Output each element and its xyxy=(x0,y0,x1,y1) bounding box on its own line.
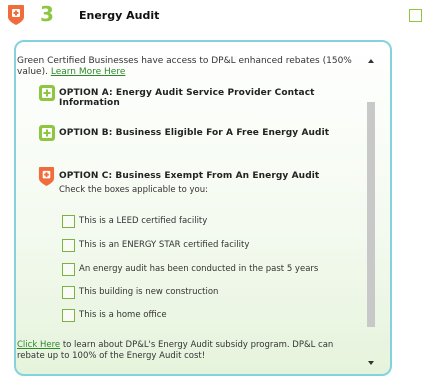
step-number: 3 xyxy=(40,2,54,26)
option-b-title[interactable]: OPTION B: Business Eligible For A Free E… xyxy=(59,128,329,138)
intro-text: Green Certified Businesses have access t… xyxy=(17,56,355,78)
step-complete-checkbox[interactable] xyxy=(409,9,422,22)
checkbox-label: An energy audit has been conducted in th… xyxy=(79,264,319,274)
checkbox-box[interactable] xyxy=(62,286,75,299)
click-here-link[interactable]: Click Here xyxy=(17,340,60,350)
option-c-collapse-icon[interactable] xyxy=(38,166,55,187)
footer-body: to learn about DP&L's Energy Audit subsi… xyxy=(17,340,334,361)
checkbox-box[interactable] xyxy=(62,215,75,228)
checkbox-box[interactable] xyxy=(62,309,75,322)
checkbox-box[interactable] xyxy=(62,263,75,276)
checkbox-box[interactable] xyxy=(62,239,75,252)
checkbox-label: This is an ENERGY STAR certified facilit… xyxy=(79,240,250,250)
scrollbar-thumb[interactable] xyxy=(367,102,375,327)
option-a-expand-icon[interactable] xyxy=(39,85,55,101)
scroll-up-arrow-icon[interactable] xyxy=(368,59,374,63)
step-title: Energy Audit xyxy=(79,9,160,22)
learn-more-link[interactable]: Learn More Here xyxy=(51,67,126,77)
panel-scrollbar[interactable] xyxy=(366,56,376,366)
option-a-title[interactable]: OPTION A: Energy Audit Service Provider … xyxy=(59,88,363,108)
footer-text: Click Here to learn about DP&L's Energy … xyxy=(17,340,353,362)
checkbox-label: This is a LEED certified facility xyxy=(79,216,208,226)
step-status-icon xyxy=(7,4,25,26)
panel-scroll-area: Green Certified Businesses have access t… xyxy=(17,53,363,365)
checkbox-label: This is a home office xyxy=(79,310,167,320)
option-c-title[interactable]: OPTION C: Business Exempt From An Energy… xyxy=(59,171,319,181)
option-c-instruction: Check the boxes applicable to you: xyxy=(59,185,208,195)
option-b-expand-icon[interactable] xyxy=(39,125,55,141)
scroll-down-arrow-icon[interactable] xyxy=(368,361,374,365)
checkbox-label: This building is new construction xyxy=(79,287,219,297)
